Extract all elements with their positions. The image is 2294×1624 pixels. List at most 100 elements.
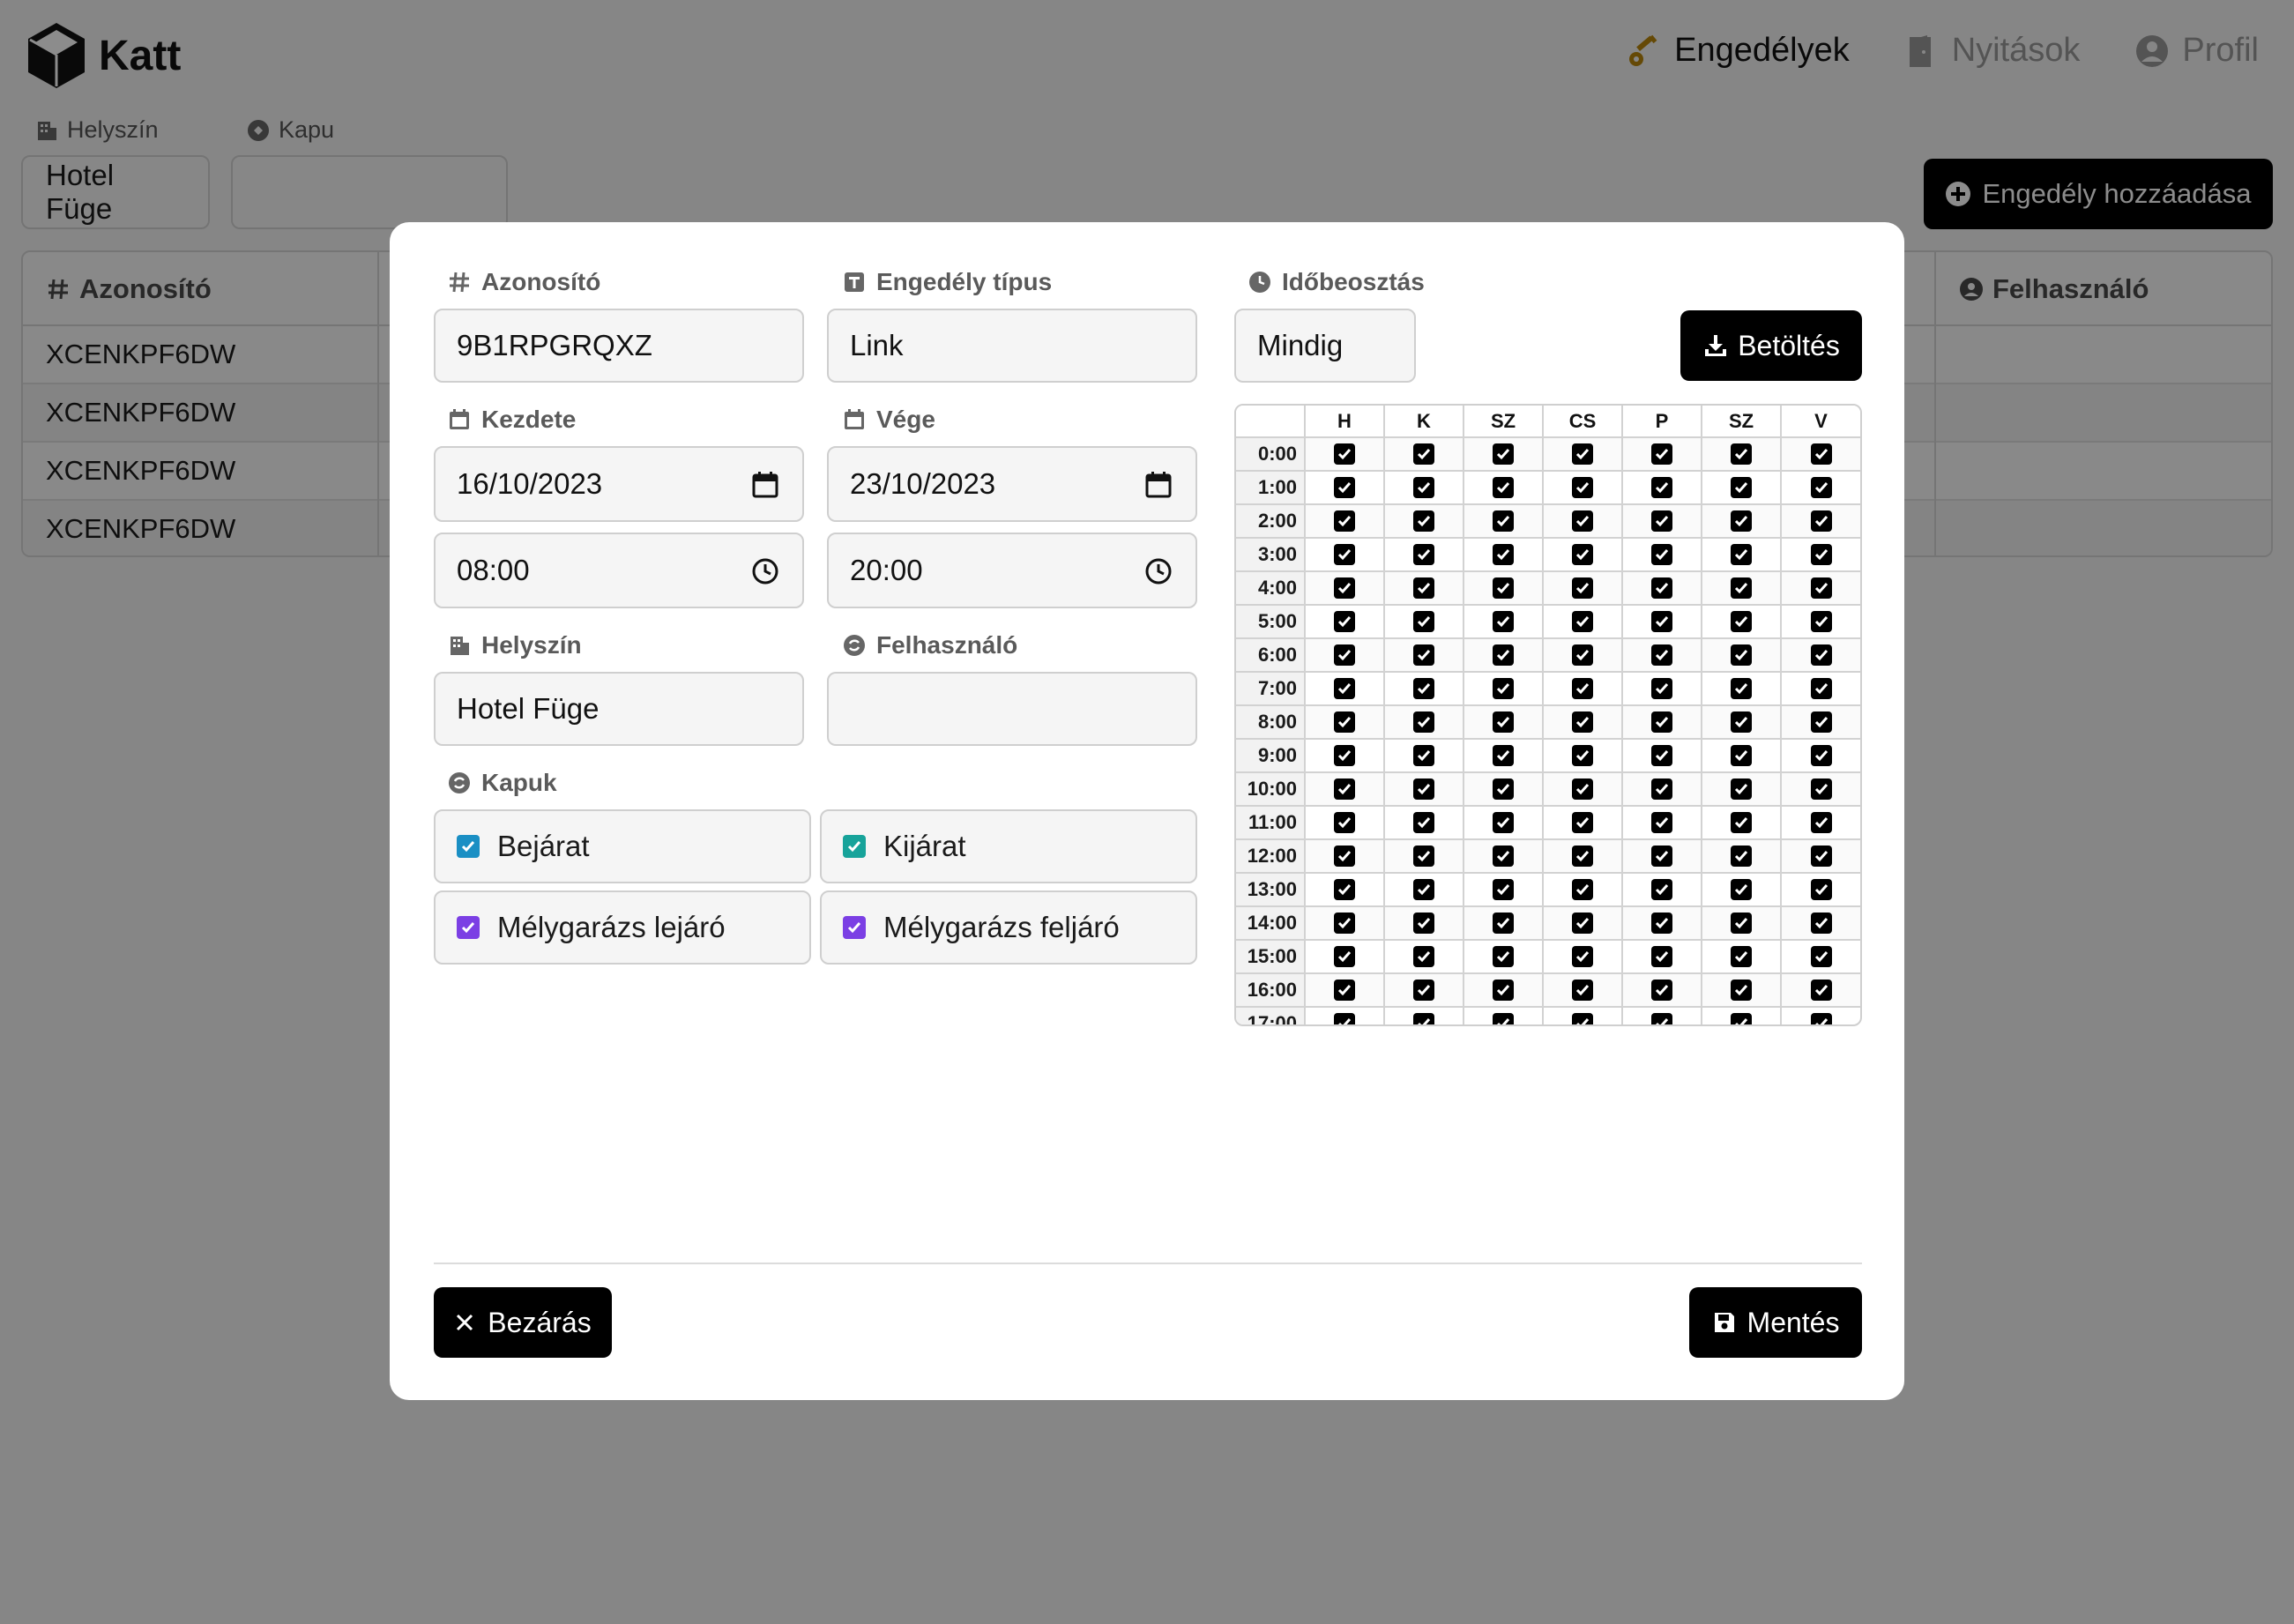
schedule-checkbox[interactable] <box>1810 846 1832 867</box>
schedule-checkbox[interactable] <box>1572 711 1593 733</box>
schedule-checkbox[interactable] <box>1334 443 1355 465</box>
type-select[interactable]: Link <box>827 309 1197 383</box>
schedule-checkbox[interactable] <box>1572 477 1593 498</box>
schedule-checkbox[interactable] <box>1413 778 1434 800</box>
clock-icon[interactable] <box>751 557 779 585</box>
schedule-checkbox[interactable] <box>1334 778 1355 800</box>
schedule-checkbox[interactable] <box>1493 544 1514 565</box>
schedule-checkbox[interactable] <box>1810 443 1832 465</box>
schedule-checkbox[interactable] <box>1493 611 1514 632</box>
schedule-checkbox[interactable] <box>1413 611 1434 632</box>
start-time-input[interactable]: 08:00 <box>434 533 804 608</box>
schedule-checkbox[interactable] <box>1810 778 1832 800</box>
schedule-checkbox[interactable] <box>1334 510 1355 532</box>
schedule-checkbox[interactable] <box>1572 879 1593 900</box>
schedule-checkbox[interactable] <box>1572 644 1593 666</box>
schedule-checkbox[interactable] <box>1810 879 1832 900</box>
schedule-checkbox[interactable] <box>1731 1013 1752 1024</box>
end-time-input[interactable]: 20:00 <box>827 533 1197 608</box>
schedule-checkbox[interactable] <box>1334 644 1355 666</box>
schedule-checkbox[interactable] <box>1810 477 1832 498</box>
schedule-checkbox[interactable] <box>1413 846 1434 867</box>
schedule-checkbox[interactable] <box>1651 678 1672 699</box>
schedule-checkbox[interactable] <box>1651 644 1672 666</box>
schedule-checkbox[interactable] <box>1493 1013 1514 1024</box>
checkbox-icon[interactable] <box>457 916 480 939</box>
schedule-checkbox[interactable] <box>1493 946 1514 967</box>
schedule-checkbox[interactable] <box>1493 510 1514 532</box>
gate-checkbox-melygarazs-feljaro[interactable]: Mélygarázs feljáró <box>820 890 1197 965</box>
schedule-checkbox[interactable] <box>1731 980 1752 1001</box>
schedule-checkbox[interactable] <box>1493 846 1514 867</box>
schedule-checkbox[interactable] <box>1651 711 1672 733</box>
schedule-checkbox[interactable] <box>1572 946 1593 967</box>
load-schedule-button[interactable]: Betöltés <box>1680 310 1862 381</box>
schedule-checkbox[interactable] <box>1810 678 1832 699</box>
schedule-checkbox[interactable] <box>1413 544 1434 565</box>
schedule-checkbox[interactable] <box>1334 879 1355 900</box>
gate-checkbox-kijarat[interactable]: Kijárat <box>820 809 1197 883</box>
schedule-checkbox[interactable] <box>1651 510 1672 532</box>
schedule-checkbox[interactable] <box>1651 611 1672 632</box>
gate-checkbox-bejarat[interactable]: Bejárat <box>434 809 811 883</box>
day-header[interactable]: K <box>1384 406 1464 438</box>
schedule-checkbox[interactable] <box>1334 913 1355 934</box>
schedule-checkbox[interactable] <box>1810 711 1832 733</box>
schedule-checkbox[interactable] <box>1731 913 1752 934</box>
schedule-checkbox[interactable] <box>1651 1013 1672 1024</box>
end-date-input[interactable]: 23/10/2023 <box>827 446 1197 522</box>
schedule-checkbox[interactable] <box>1572 678 1593 699</box>
schedule-checkbox[interactable] <box>1731 544 1752 565</box>
schedule-checkbox[interactable] <box>1810 980 1832 1001</box>
schedule-checkbox[interactable] <box>1572 846 1593 867</box>
schedule-checkbox[interactable] <box>1413 879 1434 900</box>
schedule-checkbox[interactable] <box>1651 812 1672 833</box>
schedule-checkbox[interactable] <box>1572 1013 1593 1024</box>
schedule-checkbox[interactable] <box>1334 946 1355 967</box>
schedule-checkbox[interactable] <box>1810 812 1832 833</box>
schedule-checkbox[interactable] <box>1731 611 1752 632</box>
id-input[interactable]: 9B1RPGRQXZ <box>434 309 804 383</box>
schedule-checkbox[interactable] <box>1572 510 1593 532</box>
schedule-checkbox[interactable] <box>1572 812 1593 833</box>
schedule-checkbox[interactable] <box>1413 711 1434 733</box>
calendar-icon[interactable] <box>751 471 779 499</box>
schedule-checkbox[interactable] <box>1334 477 1355 498</box>
schedule-checkbox[interactable] <box>1651 946 1672 967</box>
schedule-checkbox[interactable] <box>1413 678 1434 699</box>
schedule-checkbox[interactable] <box>1731 443 1752 465</box>
day-header[interactable]: CS <box>1543 406 1623 438</box>
schedule-checkbox[interactable] <box>1731 778 1752 800</box>
schedule-checkbox[interactable] <box>1493 443 1514 465</box>
schedule-checkbox[interactable] <box>1651 879 1672 900</box>
schedule-checkbox[interactable] <box>1493 980 1514 1001</box>
schedule-checkbox[interactable] <box>1493 745 1514 766</box>
schedule-checkbox[interactable] <box>1731 678 1752 699</box>
schedule-checkbox[interactable] <box>1810 510 1832 532</box>
schedule-checkbox[interactable] <box>1413 1013 1434 1024</box>
schedule-checkbox[interactable] <box>1651 443 1672 465</box>
schedule-checkbox[interactable] <box>1572 611 1593 632</box>
schedule-checkbox[interactable] <box>1810 946 1832 967</box>
schedule-checkbox[interactable] <box>1651 477 1672 498</box>
schedule-checkbox[interactable] <box>1413 644 1434 666</box>
schedule-checkbox[interactable] <box>1493 644 1514 666</box>
day-header[interactable]: SZ <box>1464 406 1544 438</box>
schedule-checkbox[interactable] <box>1810 1013 1832 1024</box>
day-header[interactable]: SZ <box>1702 406 1782 438</box>
schedule-checkbox[interactable] <box>1413 443 1434 465</box>
schedule-checkbox[interactable] <box>1731 711 1752 733</box>
schedule-checkbox[interactable] <box>1572 980 1593 1001</box>
checkbox-icon[interactable] <box>843 916 866 939</box>
schedule-checkbox[interactable] <box>1651 577 1672 599</box>
schedule-checkbox[interactable] <box>1334 846 1355 867</box>
schedule-checkbox[interactable] <box>1493 812 1514 833</box>
schedule-checkbox[interactable] <box>1493 711 1514 733</box>
schedule-checkbox[interactable] <box>1731 812 1752 833</box>
checkbox-icon[interactable] <box>457 835 480 858</box>
schedule-checkbox[interactable] <box>1810 577 1832 599</box>
schedule-checkbox[interactable] <box>1731 879 1752 900</box>
schedule-checkbox[interactable] <box>1334 1013 1355 1024</box>
schedule-checkbox[interactable] <box>1651 980 1672 1001</box>
close-button[interactable]: Bezárás <box>434 1287 612 1358</box>
